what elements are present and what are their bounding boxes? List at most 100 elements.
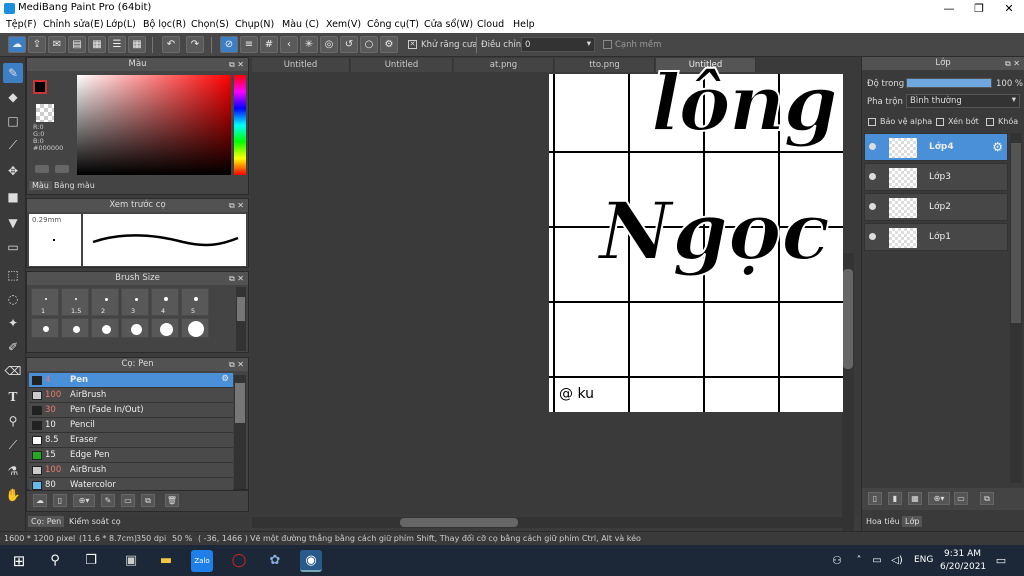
- brush-size-cell[interactable]: 1.5: [61, 288, 89, 316]
- edit-brush-icon[interactable]: ✎: [101, 494, 115, 507]
- share-icon[interactable]: ▤: [68, 36, 86, 53]
- brush-list-item[interactable]: 15 Edge Pen: [29, 448, 233, 463]
- snap-settings-icon[interactable]: ⚙: [380, 36, 398, 53]
- halftone-layer-icon[interactable]: ▦: [908, 492, 922, 505]
- upload-icon[interactable]: ⇪: [28, 36, 46, 53]
- dot-tool-icon[interactable]: ⟋: [3, 135, 23, 155]
- windows-start-icon[interactable]: ⊞: [8, 550, 30, 572]
- visibility-icon[interactable]: [869, 203, 876, 210]
- brush-size-cell[interactable]: [31, 318, 59, 338]
- circle-snap-icon[interactable]: ◎: [320, 36, 338, 53]
- shape-tool-icon[interactable]: □: [3, 111, 23, 131]
- fill-rect-tool-icon[interactable]: ■: [3, 187, 23, 207]
- horizontal-scrollbar[interactable]: [252, 517, 844, 528]
- tab-brush[interactable]: Cọ: Pen: [28, 516, 65, 527]
- language-indicator[interactable]: ENG: [914, 555, 933, 565]
- undo-icon[interactable]: ↶: [162, 36, 180, 53]
- tab-brush-control[interactable]: Kiểm soát cọ: [66, 516, 124, 527]
- menu-cloud[interactable]: Cloud: [477, 19, 504, 30]
- brush-size-cell[interactable]: [151, 318, 179, 338]
- brush-size-cell[interactable]: [121, 318, 149, 338]
- clock-date[interactable]: 6/20/2021: [940, 562, 986, 572]
- brush-size-cell[interactable]: 5: [181, 288, 209, 316]
- tab-tto-png[interactable]: tto.png: [555, 58, 655, 72]
- volume-icon[interactable]: ◁): [886, 550, 908, 572]
- new-layer-icon[interactable]: ▯: [868, 492, 882, 505]
- layer-settings-icon[interactable]: ⚙: [992, 140, 1003, 154]
- tab-untitled-2[interactable]: Untitled: [351, 58, 453, 72]
- lock-checkbox[interactable]: [986, 118, 994, 126]
- brush-size-cell[interactable]: [181, 318, 209, 338]
- grid-icon[interactable]: ▦: [128, 36, 146, 53]
- layer-row[interactable]: Lớp1: [864, 223, 1008, 251]
- color-picker-area[interactable]: [77, 75, 231, 175]
- menu-view[interactable]: Xem(V): [326, 19, 361, 30]
- close-button[interactable]: ✕: [994, 0, 1024, 17]
- medibang-taskbar-icon[interactable]: ◉: [300, 550, 322, 572]
- file-explorer-icon[interactable]: ▬: [155, 550, 177, 572]
- duplicate-icon[interactable]: ⧉: [141, 494, 155, 507]
- cloud-icon[interactable]: ☁: [8, 36, 26, 53]
- eyedropper-tool-icon[interactable]: ⚗: [3, 461, 23, 481]
- duplicate-layer-icon[interactable]: ⧉: [980, 492, 994, 505]
- divide-tool-icon[interactable]: ⟋: [3, 435, 23, 455]
- list-icon[interactable]: ☰: [108, 36, 126, 53]
- brush-size-cell[interactable]: 4: [151, 288, 179, 316]
- tab-at-png[interactable]: at.png: [454, 58, 554, 72]
- tab-color[interactable]: Màu: [29, 181, 52, 190]
- layer-scrollbar[interactable]: [1010, 133, 1022, 483]
- redo-icon[interactable]: ↷: [186, 36, 204, 53]
- brush-size-cell[interactable]: [61, 318, 89, 338]
- brush-list-item[interactable]: 100 AirBrush: [29, 463, 233, 478]
- popout-icon[interactable]: ⧉ ✕: [1005, 57, 1020, 70]
- brush-tool-icon[interactable]: ✎: [3, 63, 23, 83]
- layer-row[interactable]: Lớp2: [864, 193, 1008, 221]
- opacity-slider[interactable]: [906, 78, 992, 88]
- paint-palette-icon[interactable]: ✿: [264, 550, 286, 572]
- tab-untitled-1[interactable]: Untitled: [252, 58, 350, 72]
- eraser-tool-icon[interactable]: ◆: [3, 87, 23, 107]
- curve-snap-icon[interactable]: ↺: [340, 36, 358, 53]
- select-rect-tool-icon[interactable]: ⬚: [3, 265, 23, 285]
- document-icon[interactable]: ▦: [88, 36, 106, 53]
- store-icon[interactable]: ▣: [120, 550, 142, 572]
- popout-icon[interactable]: ⧉ ✕: [229, 58, 244, 71]
- bucket-tool-icon[interactable]: ▼: [3, 213, 23, 233]
- drawing-canvas[interactable]: lông Ngọc @ ku: [549, 57, 843, 412]
- new-layer-alt-icon[interactable]: ▮: [888, 492, 902, 505]
- menu-file[interactable]: Tệp(F): [6, 19, 37, 30]
- zalo-icon[interactable]: Zalo: [191, 550, 213, 572]
- brush-settings-icon[interactable]: ⚙: [221, 374, 229, 384]
- move-tool-icon[interactable]: ✥: [3, 161, 23, 181]
- vanish-snap-icon[interactable]: ‹: [280, 36, 298, 53]
- opera-icon[interactable]: ◯: [228, 550, 250, 572]
- gradient-tool-icon[interactable]: ▭: [3, 237, 23, 257]
- magic-wand-tool-icon[interactable]: ✦: [3, 313, 23, 333]
- menu-select[interactable]: Chọn(S): [191, 19, 229, 30]
- swap-color-icon[interactable]: [55, 165, 69, 173]
- brush-list-item[interactable]: 100 AirBrush: [29, 388, 233, 403]
- notification-icon[interactable]: ▭: [990, 550, 1012, 572]
- brush-size-cell[interactable]: [91, 318, 119, 338]
- radial-snap-icon[interactable]: ✳: [300, 36, 318, 53]
- operation-tool-icon[interactable]: ⚲: [3, 411, 23, 431]
- hue-slider[interactable]: [234, 75, 246, 175]
- menu-color[interactable]: Màu (C): [282, 19, 319, 30]
- menu-window[interactable]: Cửa sổ(W): [424, 19, 473, 30]
- add-brush-icon[interactable]: ⊕▾: [73, 494, 95, 507]
- antialias-checkbox[interactable]: ✕: [408, 40, 417, 49]
- layer-folder-icon[interactable]: ▭: [954, 492, 968, 505]
- no-snap-icon[interactable]: ⊘: [220, 36, 238, 53]
- search-icon[interactable]: ⚲: [44, 550, 66, 572]
- task-view-icon[interactable]: ❐: [80, 550, 102, 572]
- select-eraser-tool-icon[interactable]: ⌫: [3, 361, 23, 381]
- clock-time[interactable]: 9:31 AM: [944, 549, 981, 559]
- add-layer-menu-icon[interactable]: ⊕▾: [928, 492, 950, 505]
- lasso-tool-icon[interactable]: ◌: [3, 289, 23, 309]
- tab-navigator[interactable]: Hoa tiêu: [864, 516, 902, 527]
- adjust-select[interactable]: 0 ▾: [521, 37, 595, 52]
- cross-snap-icon[interactable]: #: [260, 36, 278, 53]
- minimize-button[interactable]: —: [934, 0, 964, 17]
- brush-size-cell[interactable]: 1: [31, 288, 59, 316]
- menu-help[interactable]: Help: [513, 19, 535, 30]
